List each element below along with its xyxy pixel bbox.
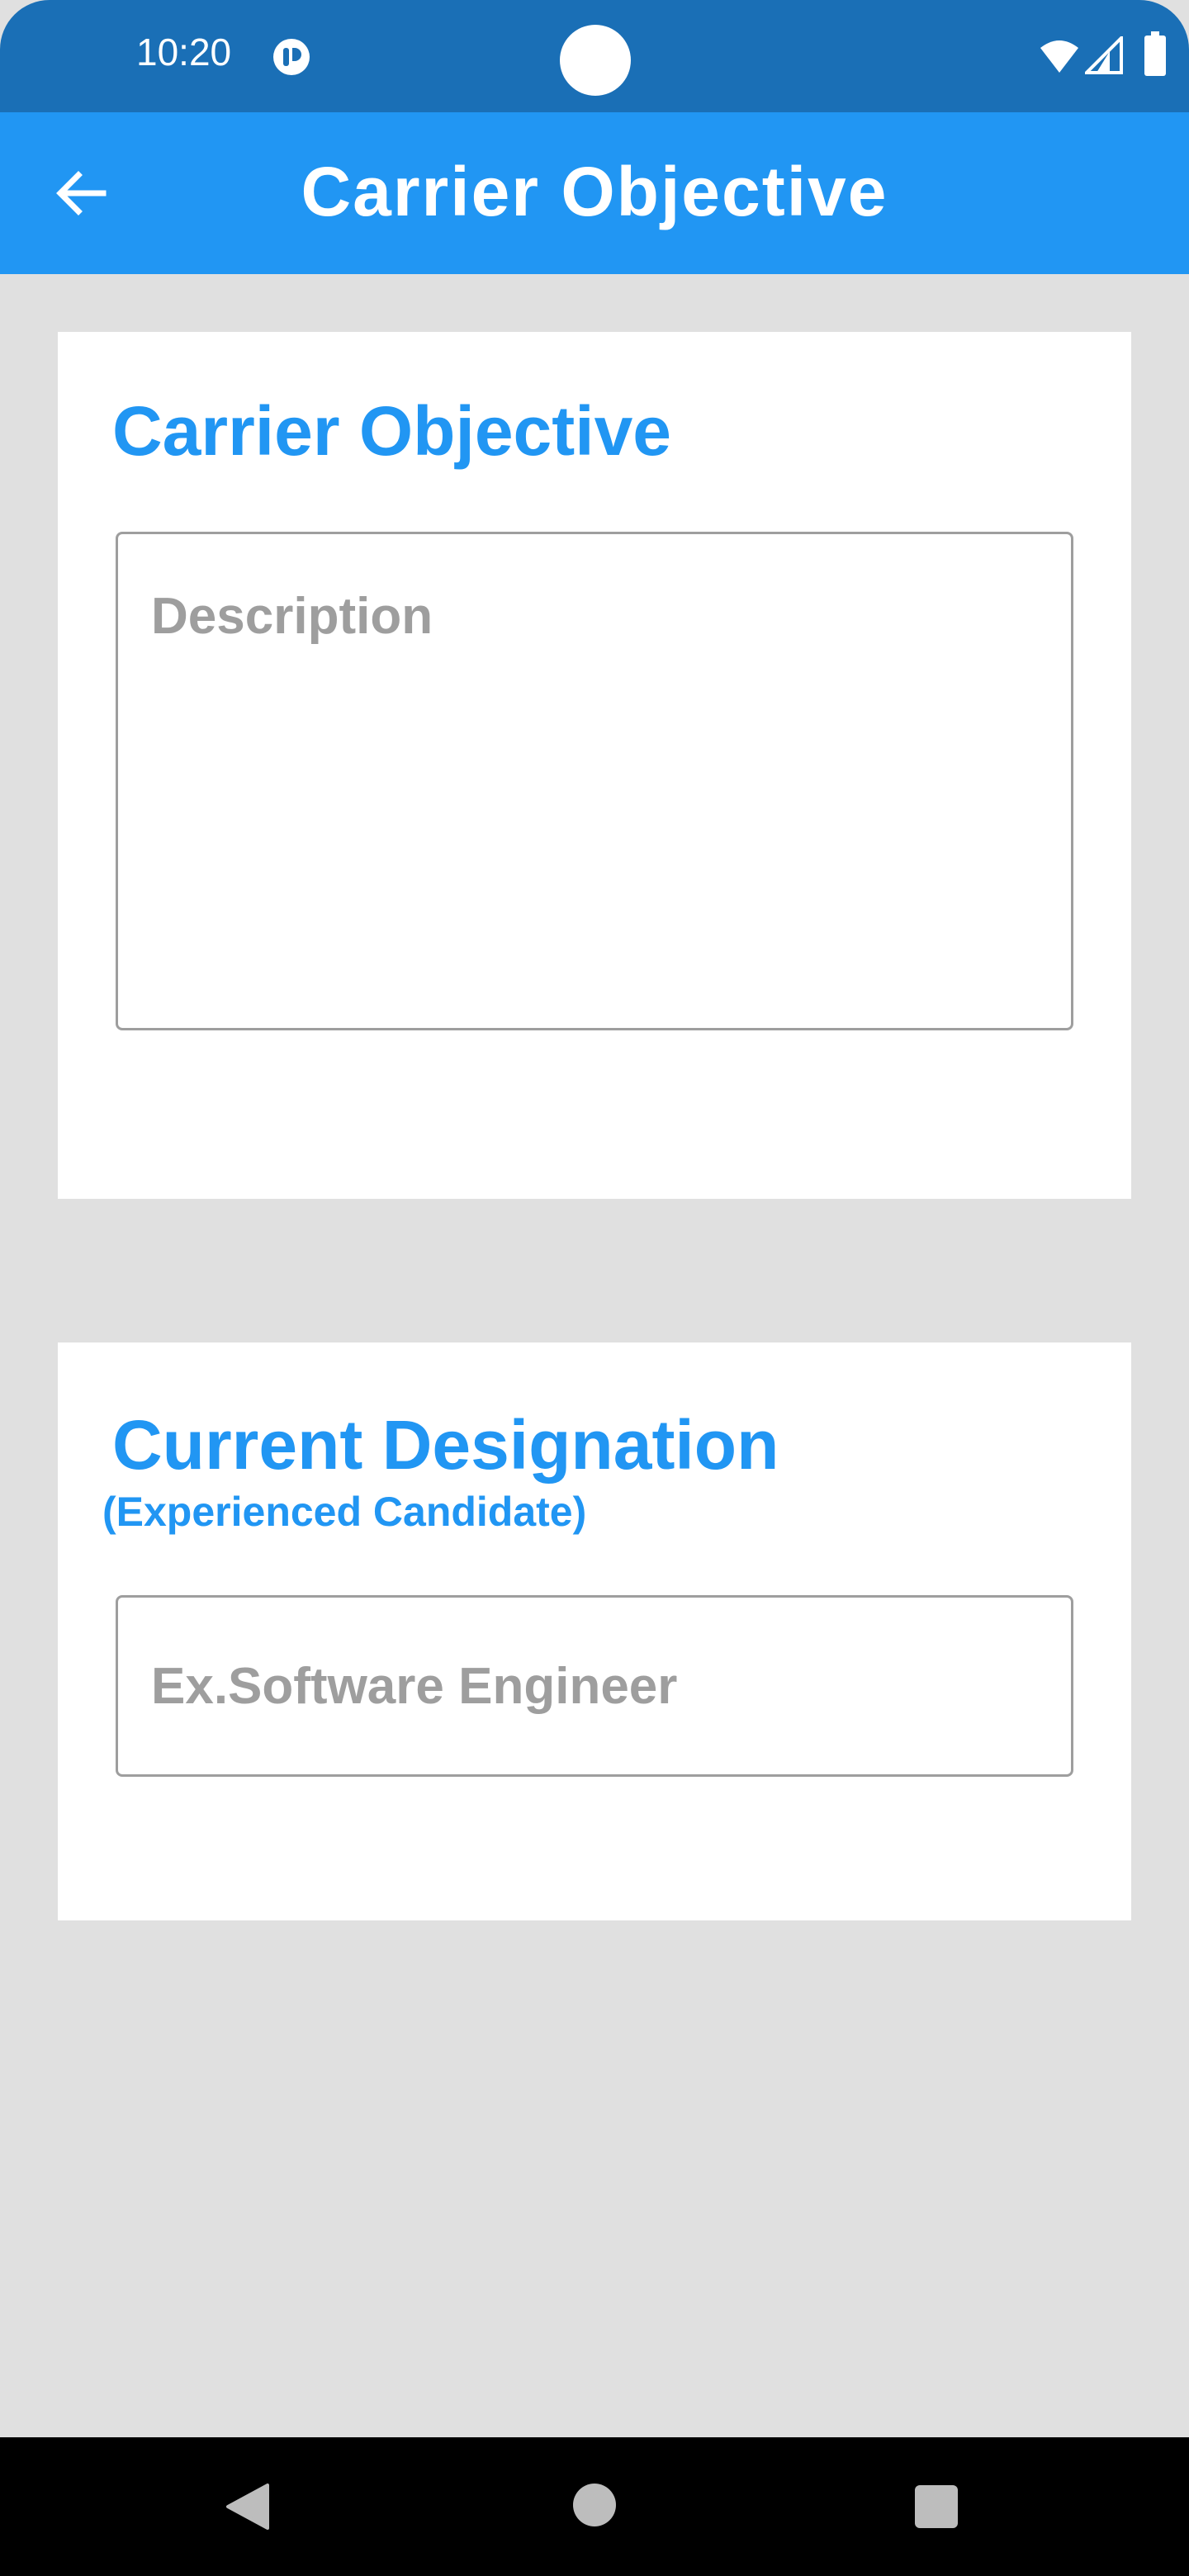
designation-heading: Current Designation: [112, 1406, 779, 1484]
designation-field[interactable]: [118, 1598, 1071, 1774]
status-time: 10:20: [136, 31, 232, 73]
nav-recents-icon[interactable]: [915, 2485, 958, 2528]
status-bar: 10:20: [0, 0, 1189, 112]
objective-heading: Carrier Objective: [112, 392, 672, 470]
screen: 10:20 Carrier Objective Carrier Objectiv…: [0, 0, 1189, 2576]
description-field-box: [116, 532, 1073, 1030]
nav-back-icon[interactable]: [223, 2482, 272, 2531]
designation-card: Current Designation (Experienced Candida…: [58, 1342, 1131, 1920]
designation-subheading: (Experienced Candidate): [102, 1489, 587, 1535]
app-bar: Carrier Objective: [0, 112, 1189, 274]
page-title: Carrier Objective: [301, 153, 888, 230]
signal-icon: [1085, 36, 1123, 74]
objective-card: Carrier Objective: [58, 332, 1131, 1199]
camera-cutout: [560, 25, 631, 96]
designation-field-box: [116, 1595, 1073, 1777]
description-field[interactable]: [118, 534, 1071, 1028]
nav-home-icon[interactable]: [573, 2484, 616, 2526]
wifi-icon: [1040, 40, 1078, 73]
battery-icon: [1144, 31, 1166, 76]
navigation-bar: [0, 2437, 1189, 2576]
app-notification-icon: [273, 39, 310, 75]
